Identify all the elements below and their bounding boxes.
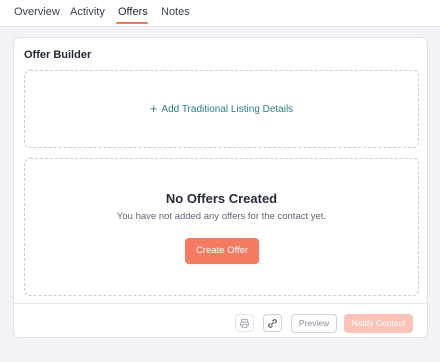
- notify-contact-button[interactable]: Notify Contact: [344, 314, 413, 333]
- tab-bar: Overview Activity Offers Notes: [0, 0, 440, 27]
- add-traditional-listing-link[interactable]: + Add Traditional Listing Details: [25, 101, 418, 116]
- active-tab-indicator: [116, 22, 148, 24]
- preview-button[interactable]: Preview: [291, 314, 337, 333]
- link-icon: [268, 319, 277, 328]
- create-offer-button[interactable]: Create Offer: [185, 238, 259, 264]
- footer-divider: [14, 303, 427, 304]
- plus-icon: +: [149, 101, 158, 116]
- empty-state-subtitle: You have not added any offers for the co…: [116, 211, 327, 222]
- tab-notes[interactable]: Notes: [161, 6, 190, 18]
- tab-offers[interactable]: Offers: [118, 6, 148, 18]
- offer-builder-panel: Offer Builder + Add Traditional Listing D…: [13, 37, 428, 338]
- tab-overview[interactable]: Overview: [14, 6, 60, 18]
- panel-title: Offer Builder: [24, 49, 92, 61]
- print-button[interactable]: [235, 314, 254, 332]
- traditional-listing-section: + Add Traditional Listing Details: [24, 70, 419, 148]
- copy-link-button[interactable]: [263, 314, 282, 332]
- empty-state-title: No Offers Created: [165, 191, 278, 206]
- add-link-label: Add Traditional Listing Details: [161, 104, 294, 115]
- offers-empty-state: No Offers Created You have not added any…: [24, 158, 419, 296]
- tab-activity[interactable]: Activity: [70, 6, 105, 18]
- printer-icon: [239, 318, 250, 329]
